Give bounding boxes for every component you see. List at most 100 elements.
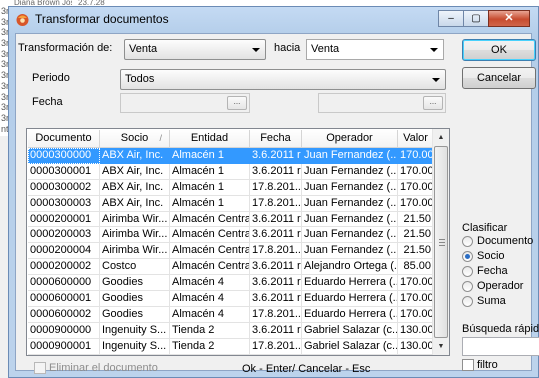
transform-from-select[interactable]: Venta <box>124 39 266 60</box>
table-row[interactable]: 0000600000 Goodies Almacén 4 3.6.2011 r. Edu… <box>28 275 434 292</box>
sort-option-label: Documento <box>477 235 534 247</box>
scroll-thumb[interactable] <box>434 146 448 338</box>
column-header-documento[interactable]: Documento <box>28 130 100 148</box>
cell-fecha: 17.8.201... <box>250 306 302 323</box>
cell-valor: 170.00 <box>398 291 434 307</box>
cell-operador: Juan Fernandez (... <box>302 211 398 228</box>
table-row[interactable]: 0000700000Interstate ...Tienda Central3.… <box>28 354 434 355</box>
cell-fecha: 17.8.201... <box>250 179 302 196</box>
cell-fecha: 3.6.2011 r. <box>250 291 302 307</box>
scroll-down-icon[interactable]: ▼ <box>433 338 449 355</box>
cell-valor: 170.00 <box>398 148 434 164</box>
column-header-valor[interactable]: Valor <box>398 130 434 148</box>
delete-document-label: Eliminar el documento <box>49 362 158 374</box>
cell-valor: 170.00 <box>398 163 434 180</box>
table-row[interactable]: 0000300001 ABX Air, Inc. Almacén 1 3.6.2011… <box>28 163 434 180</box>
transform-from-value: Venta <box>129 43 158 55</box>
checkbox-icon <box>34 362 46 374</box>
scroll-up-icon[interactable]: ▲ <box>433 129 449 146</box>
cell-entidad: Tienda Central <box>170 354 250 355</box>
period-select[interactable]: Todos <box>120 69 446 90</box>
cell-documento: 0000600000 <box>28 275 100 292</box>
cell-fecha: 3.6.2011 r. <box>250 275 302 292</box>
table-row[interactable]: 0000200001 Airimba Wir... Almacén Central 3… <box>28 211 434 228</box>
column-header-socio-label: Socio <box>120 132 149 144</box>
ok-button[interactable]: OK <box>462 39 536 61</box>
cell-operador: Gabriel Salazar (c... <box>302 322 398 339</box>
cell-documento: 0000300003 <box>28 195 100 212</box>
minimize-button[interactable]: – <box>438 10 464 27</box>
table-row[interactable]: 0000200002 Costco Almacén Central 3.6.2011 … <box>28 259 434 276</box>
sort-option-label: Fecha <box>477 265 508 277</box>
cell-documento: 0000700000 <box>28 354 100 355</box>
sort-option-suma[interactable]: Suma <box>462 295 506 307</box>
sort-option-fecha[interactable]: Fecha <box>462 265 508 277</box>
column-header-fecha[interactable]: Fecha <box>250 130 302 148</box>
table-row[interactable]: 0000600002 Goodies Almacén 4 17.8.201... Edu… <box>28 306 434 323</box>
cell-entidad: Almacén 1 <box>170 195 250 212</box>
sort-option-label: Socio <box>477 250 505 262</box>
cancel-button[interactable]: Cancelar <box>462 67 536 89</box>
radio-selected-icon <box>462 250 473 262</box>
cell-fecha: 3.6.2011 r. <box>250 259 302 276</box>
filter-label: filtro <box>477 359 498 371</box>
cell-valor: 85.00 <box>398 259 434 276</box>
date-from-field[interactable]: ... <box>120 93 250 113</box>
cell-socio: Ingenuity S... <box>100 322 170 339</box>
cell-documento: 0000300001 <box>28 163 100 180</box>
table-row[interactable]: 0000200003 Airimba Wir... Almacén Central 3… <box>28 227 434 244</box>
cell-operador: Gabriel Salazar (c... <box>302 338 398 355</box>
minimize-icon: – <box>448 12 454 24</box>
table-row[interactable]: 0000600001 Goodies Almacén 4 3.6.2011 r. Edu… <box>28 291 434 307</box>
documents-grid[interactable]: Documento Socio / Entidad Fecha Operador … <box>26 128 450 356</box>
cell-fecha: 3.6.2011 r. <box>250 211 302 228</box>
quick-search-label: Búsqueda rápida <box>462 323 539 335</box>
delete-document-checkbox[interactable]: Eliminar el documento <box>34 362 158 374</box>
cell-fecha: 17.8.201... <box>250 338 302 355</box>
sort-options-title: Clasificar <box>462 222 508 234</box>
cell-fecha: 17.8.201... <box>250 243 302 260</box>
cell-socio: Goodies <box>100 306 170 323</box>
cell-documento: 0000900000 <box>28 322 100 339</box>
date-picker-button[interactable]: ... <box>227 96 247 110</box>
radio-icon <box>462 295 473 307</box>
cell-documento: 0000300002 <box>28 179 100 196</box>
cell-socio: Airimba Wir... <box>100 211 170 228</box>
column-header-entidad[interactable]: Entidad <box>170 130 250 148</box>
cell-operador: Juan Fernandez (... <box>302 148 398 164</box>
transform-to-select[interactable]: Venta <box>306 39 444 60</box>
table-row[interactable]: 0000300002 ABX Air, Inc. Almacén 1 17.8.201… <box>28 179 434 196</box>
column-header-socio[interactable]: Socio / <box>100 130 170 148</box>
date-to-field[interactable]: ... <box>318 93 446 113</box>
period-value: Todos <box>125 73 155 85</box>
cell-fecha: 3.6.2011 r. <box>250 227 302 244</box>
table-row[interactable]: 0000300003 ABX Air, Inc. Almacén 1 17.8.201… <box>28 195 434 212</box>
title-bar[interactable]: Transformar documentos – ▢ ✕ <box>9 7 538 33</box>
date-label: Fecha <box>32 96 63 108</box>
close-button[interactable]: ✕ <box>488 10 530 27</box>
sort-option-socio[interactable]: Socio <box>462 250 505 262</box>
cell-operador: Eduardo Herrera (... <box>302 291 398 307</box>
cell-socio: Costco <box>100 259 170 276</box>
cell-operador: Juan Fernandez (... <box>302 227 398 244</box>
filter-checkbox[interactable]: filtro <box>462 359 498 371</box>
period-label: Periodo <box>32 72 70 84</box>
maximize-button[interactable]: ▢ <box>463 10 489 27</box>
app-logo-icon <box>16 14 29 26</box>
sort-option-operador[interactable]: Operador <box>462 280 523 292</box>
column-header-operador[interactable]: Operador <box>302 130 398 148</box>
cell-documento: 0000300000 <box>28 148 100 164</box>
cell-socio: Airimba Wir... <box>100 243 170 260</box>
cell-entidad: Almacén 4 <box>170 275 250 292</box>
quick-search-input[interactable] <box>462 337 539 356</box>
sort-option-documento[interactable]: Documento <box>462 235 533 247</box>
cell-valor: 21.50 <box>398 211 434 228</box>
table-row[interactable]: 0000300000 ABX Air, Inc. Almacén 1 3.6.2011… <box>28 148 434 164</box>
table-row[interactable]: 0000200004 Airimba Wir... Almacén Central 1… <box>28 243 434 260</box>
date-picker-button[interactable]: ... <box>423 96 443 110</box>
table-row[interactable]: 0000900001 Ingenuity S... Tienda 2 17.8.201… <box>28 338 434 355</box>
grid-vertical-scrollbar[interactable]: ▲ ▼ <box>432 129 449 355</box>
cell-entidad: Almacén Central <box>170 211 250 228</box>
cell-entidad: Almacén 1 <box>170 179 250 196</box>
table-row[interactable]: 0000900000 Ingenuity S... Tienda 2 3.6.2011… <box>28 322 434 339</box>
